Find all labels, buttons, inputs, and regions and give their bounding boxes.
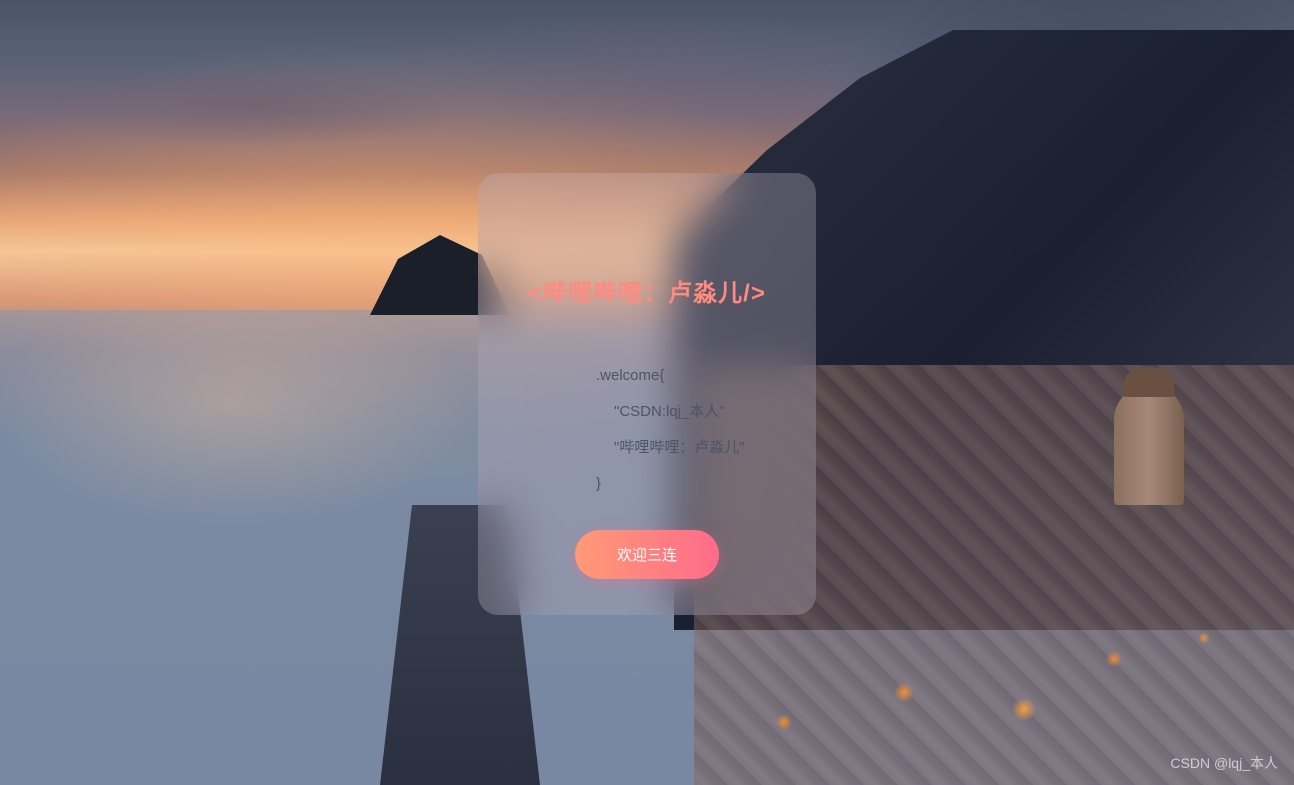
tower <box>1114 385 1184 505</box>
welcome-button[interactable]: 欢迎三连 <box>575 530 719 579</box>
code-line-1: "CSDN:lqj_本人" <box>596 394 788 430</box>
glass-card: <哔哩哔哩：卢淼儿/> .welcome{ "CSDN:lqj_本人" "哔哩哔… <box>478 173 816 615</box>
code-line-close: } <box>596 466 788 502</box>
watermark: CSDN @lqj_本人 <box>1170 753 1278 773</box>
card-title: <哔哩哔哩：卢淼儿/> <box>528 273 766 308</box>
code-line-2: "哔哩哔哩：卢淼儿" <box>596 430 788 466</box>
code-line-open: .welcome{ <box>596 358 788 394</box>
code-block: .welcome{ "CSDN:lqj_本人" "哔哩哔哩：卢淼儿" } <box>506 358 788 502</box>
